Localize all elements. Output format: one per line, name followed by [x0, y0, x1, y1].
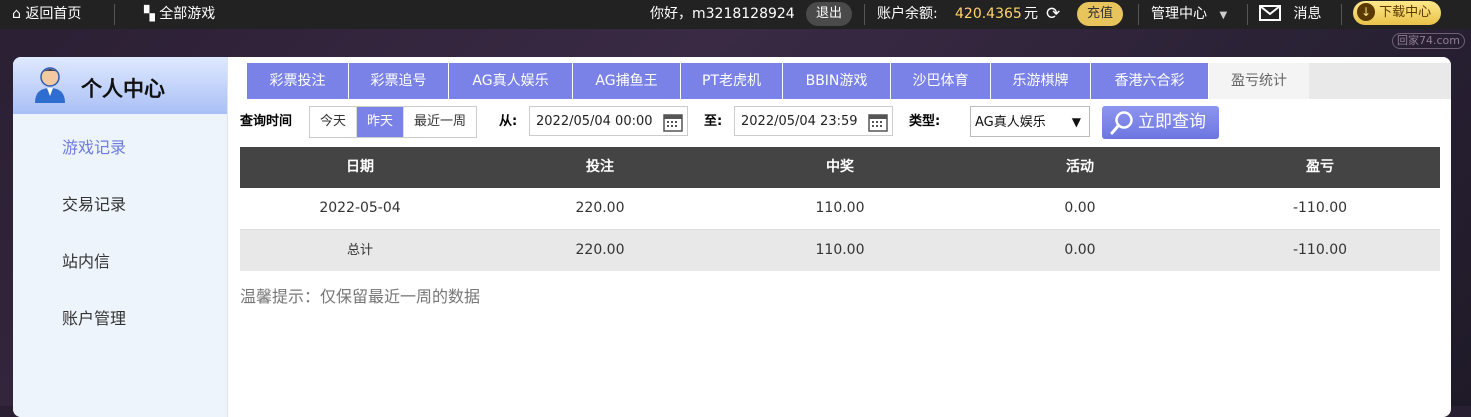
divider: [1247, 4, 1248, 25]
calendar-icon[interactable]: [868, 112, 888, 132]
messages-link[interactable]: 消息: [1259, 0, 1321, 29]
tab-saba-sports[interactable]: 沙巴体育: [891, 63, 991, 99]
top-bar: ⌂ 返回首页 ▚ 全部游戏 你好，m3218128924 退出 账户余额: 42…: [0, 0, 1471, 29]
cell-win: 110.00: [815, 242, 865, 258]
sidebar-item-transaction-records[interactable]: 交易记录: [62, 191, 126, 215]
cell-profit-loss: -110.00: [1292, 200, 1348, 216]
cell-profit-loss: -110.00: [1292, 242, 1348, 258]
table-row: 2022-05-04 220.00 110.00 0.00 -110.00: [240, 188, 1440, 230]
column-header-bet: 投注: [586, 159, 614, 175]
cell-date: 2022-05-04: [319, 200, 401, 216]
balance-value: 420.4365: [955, 6, 1022, 22]
query-now-label: 立即查询: [1138, 112, 1206, 132]
range-yesterday-button[interactable]: 昨天: [357, 107, 405, 137]
cell-activity: 0.00: [1064, 242, 1096, 258]
from-label: 从:: [499, 114, 518, 129]
table-header-row: 日期 投注 中奖 活动 盈亏: [240, 147, 1440, 188]
all-games-link[interactable]: ▚ 全部游戏: [144, 0, 215, 29]
tab-ag-fishing[interactable]: AG捕鱼王: [573, 63, 681, 99]
calendar-icon[interactable]: [663, 112, 683, 132]
caret-down-icon: ▼: [1219, 10, 1228, 21]
column-header-activity: 活动: [1066, 159, 1094, 175]
sidebar-title: 个人中心: [81, 77, 165, 101]
envelope-icon: [1259, 5, 1281, 21]
range-today-button[interactable]: 今天: [310, 107, 358, 137]
cell-activity: 0.00: [1064, 200, 1096, 216]
query-now-button[interactable]: 立即查询: [1102, 106, 1219, 139]
manage-center-menu[interactable]: 管理中心 ▼: [1151, 0, 1227, 29]
start-date-value: 2022/05/04 00:00: [536, 114, 653, 129]
tab-hk-mark-six[interactable]: 香港六合彩: [1091, 63, 1209, 99]
manage-center-label: 管理中心: [1151, 6, 1207, 22]
table-total-row: 总计 220.00 110.00 0.00 -110.00: [240, 230, 1440, 271]
home-icon: ⌂: [12, 6, 21, 22]
magnifier-icon: [1110, 111, 1133, 135]
recharge-button[interactable]: 充值: [1077, 2, 1124, 26]
range-last-week-button[interactable]: 最近一周: [404, 107, 477, 137]
tab-lottery-chase[interactable]: 彩票追号: [349, 63, 449, 99]
divider: [1341, 4, 1342, 25]
tab-leyou-chess[interactable]: 乐游棋牌: [991, 63, 1091, 99]
refresh-icon[interactable]: ⟳: [1046, 0, 1060, 29]
retention-tip: 温馨提示：仅保留最近一周的数据: [240, 287, 481, 306]
column-header-date: 日期: [346, 159, 374, 175]
divider: [1138, 4, 1139, 25]
cell-win: 110.00: [815, 200, 865, 216]
greeting-text: 你好，m3218128924: [650, 6, 795, 22]
type-label: 类型:: [909, 114, 941, 129]
all-games-label: 全部游戏: [159, 6, 216, 22]
sidebar-item-account-management[interactable]: 账户管理: [62, 305, 126, 329]
grid-icon: ▚: [144, 6, 155, 22]
tab-ag-live[interactable]: AG真人娱乐: [449, 63, 573, 99]
home-link[interactable]: ⌂ 返回首页: [12, 0, 81, 29]
sidebar-header: 个人中心: [13, 57, 227, 114]
tab-bbin-games[interactable]: BBIN游戏: [783, 63, 891, 99]
to-label: 至:: [704, 114, 723, 129]
home-link-label: 返回首页: [25, 6, 82, 22]
column-header-profit-loss: 盈亏: [1306, 159, 1334, 175]
tab-lottery-bets[interactable]: 彩票投注: [247, 63, 349, 99]
end-date-field[interactable]: 2022/05/04 23:59: [734, 106, 893, 136]
download-center-button[interactable]: ↓ 下载中心: [1353, 1, 1442, 25]
type-select-value: AG真人娱乐: [975, 115, 1046, 130]
sidebar: 个人中心 游戏记录 交易记录 站内信 账户管理: [13, 57, 228, 417]
cell-bet: 220.00: [575, 200, 625, 216]
query-time-label: 查询时间: [240, 114, 293, 129]
divider: [864, 4, 865, 25]
site-watermark: 回家74.com: [1392, 33, 1465, 49]
type-select[interactable]: AG真人娱乐 ▼: [970, 106, 1090, 137]
balance-label: 账户余额:: [877, 6, 938, 22]
start-date-field[interactable]: 2022/05/04 00:00: [529, 106, 688, 136]
download-icon: ↓: [1357, 3, 1375, 21]
user-avatar-icon: [35, 67, 65, 103]
logout-button[interactable]: 退出: [806, 2, 853, 26]
dropdown-arrow-icon: ▼: [1071, 115, 1081, 129]
divider: [114, 4, 115, 25]
personal-center-panel: 个人中心 游戏记录 交易记录 站内信 账户管理 彩票投注 彩票追号 AG真人娱乐…: [13, 57, 1451, 417]
cell-total-label: 总计: [346, 243, 373, 258]
messages-label: 消息: [1293, 6, 1322, 22]
column-header-win: 中奖: [826, 159, 854, 175]
currency-unit: 元: [1024, 6, 1038, 22]
tab-profit-loss[interactable]: 盈亏统计: [1209, 63, 1309, 99]
tab-pt-slots[interactable]: PT老虎机: [681, 63, 783, 99]
sidebar-item-inbox[interactable]: 站内信: [62, 248, 110, 272]
quick-range-group: 今天 昨天 最近一周: [309, 106, 478, 138]
download-center-label: 下载中心: [1379, 5, 1432, 20]
end-date-value: 2022/05/04 23:59: [741, 114, 858, 129]
sidebar-item-game-records[interactable]: 游戏记录: [62, 134, 126, 158]
tab-bar-background: [1309, 63, 1451, 99]
cell-bet: 220.00: [575, 242, 625, 258]
